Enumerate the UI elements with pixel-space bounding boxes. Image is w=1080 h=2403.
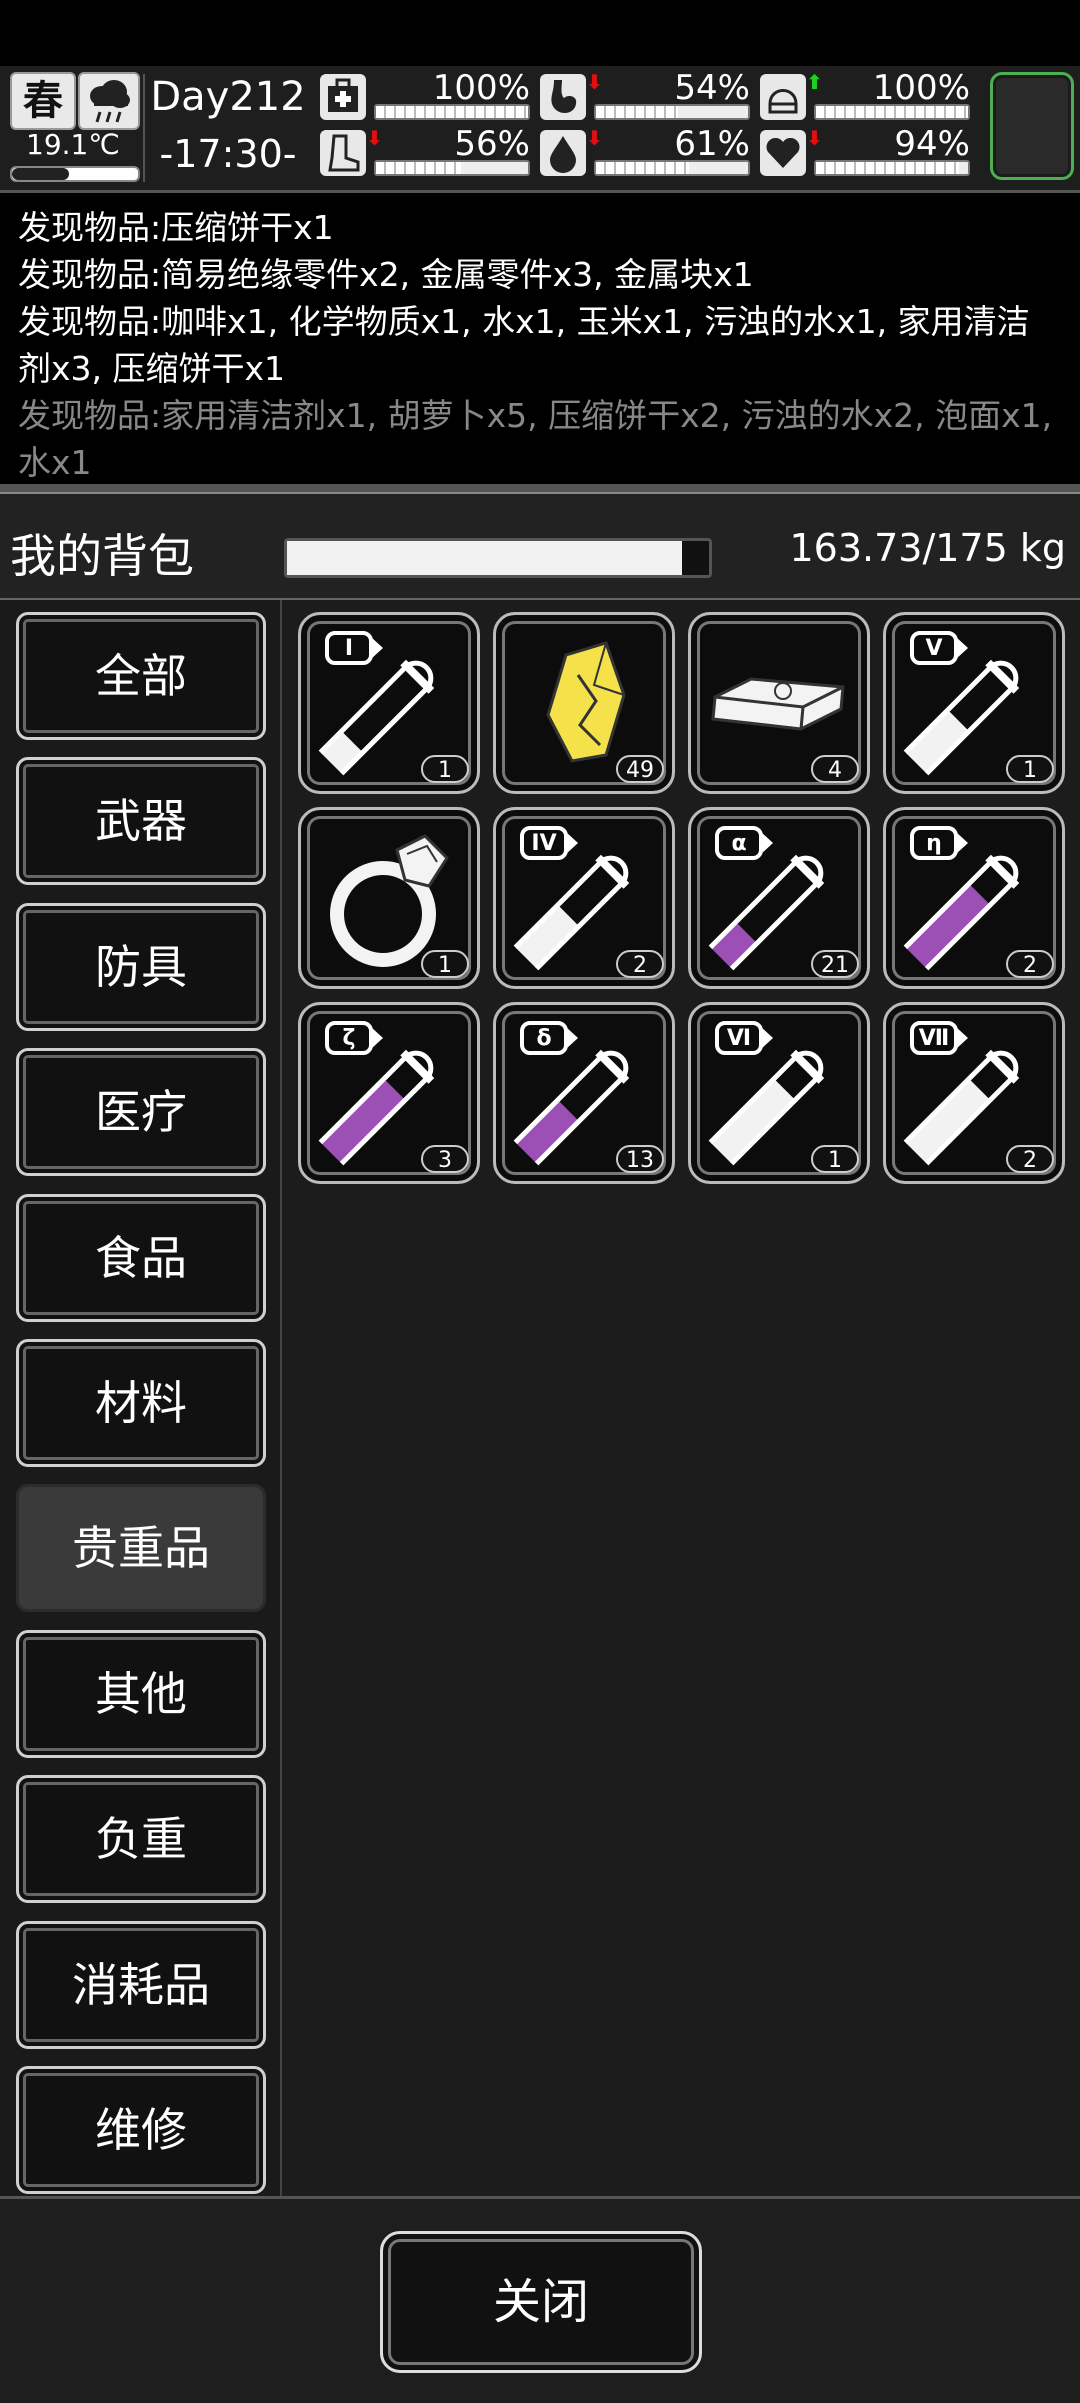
trend-down-icon: ⬇: [366, 126, 383, 150]
heart-icon: [760, 130, 806, 176]
inventory-slot[interactable]: Ⅶ2: [883, 1002, 1065, 1184]
inventory-slot[interactable]: 49: [493, 612, 675, 794]
category-button[interactable]: 材料: [16, 1339, 266, 1467]
medkit-icon: [320, 74, 366, 120]
potion-label: IV: [531, 831, 556, 856]
log-divider: [0, 484, 1080, 492]
item-count: 1: [421, 950, 469, 978]
stat-bar: [814, 160, 970, 176]
category-button[interactable]: 其他: [16, 1629, 266, 1758]
stat-armor: ⬆ 100%: [760, 70, 970, 122]
trend-down-icon: ⬇: [806, 126, 823, 150]
inventory-slot[interactable]: 4: [688, 612, 870, 794]
inventory-slot[interactable]: Ⅵ1: [688, 1002, 870, 1184]
weather-cloud-rain-icon: [78, 72, 140, 130]
potion-label: η: [926, 831, 942, 856]
item-count: 1: [811, 1145, 859, 1173]
inventory-slot[interactable]: ζ3: [298, 1002, 480, 1184]
stat-bar: [814, 104, 970, 120]
divider: [143, 74, 145, 182]
item-count: 2: [1006, 950, 1054, 978]
item-count: 1: [421, 755, 469, 783]
category-button[interactable]: 消耗品: [16, 1920, 266, 2049]
potion-label: α: [731, 831, 746, 856]
stat-bar: [594, 104, 750, 120]
temperature-text: 19.1℃: [26, 128, 120, 161]
category-button[interactable]: 医疗: [16, 1048, 266, 1177]
stat-bar: [594, 160, 750, 176]
inventory-title: 我的背包: [10, 529, 194, 583]
clock-time: -17:30-: [159, 132, 297, 176]
inventory-slot[interactable]: η2: [883, 807, 1065, 989]
item-count: 49: [616, 755, 664, 783]
inventory-panel: 我的背包 163.73/175 kg 全部武器防具医疗食品材料贵重品其他负重消耗…: [0, 492, 1080, 2400]
footer-bar: 关闭: [0, 2196, 1080, 2403]
item-count: 13: [616, 1145, 664, 1173]
weight-capacity-bar: [284, 538, 712, 578]
inventory-slot[interactable]: δ 13: [493, 1002, 675, 1184]
stat-value: 100%: [432, 68, 530, 108]
stat-thirst: ⬇ 61%: [540, 126, 750, 178]
potion-label: Ⅵ: [727, 1026, 751, 1051]
category-button[interactable]: 维修: [16, 2066, 266, 2194]
close-button[interactable]: 关闭: [380, 2231, 702, 2373]
stat-hunger: ⬇ 54%: [540, 70, 750, 122]
stomach-icon: [540, 74, 586, 120]
stat-mood: ⬇ 94%: [760, 126, 970, 178]
trend-up-icon: ⬆: [806, 70, 823, 94]
item-count: 2: [616, 950, 664, 978]
character-portrait-button[interactable]: [990, 72, 1074, 180]
weight-capacity-text: 163.73/175 kg: [789, 526, 1066, 570]
inventory-slot[interactable]: IV 2: [493, 807, 675, 989]
item-count: 4: [811, 755, 859, 783]
message-log: 发现物品:压缩饼干x1 发现物品:简易绝缘零件x2, 金属零件x3, 金属块x1 发…: [0, 204, 1080, 484]
category-button[interactable]: 贵重品: [16, 1484, 266, 1613]
log-line: 发现物品:咖啡x1, 化学物质x1, 水x1, 玉米x1, 污浊的水x1, 家用…: [18, 302, 1030, 388]
category-sidebar: 全部武器防具医疗食品材料贵重品其他负重消耗品维修: [0, 600, 283, 2200]
potion-label: I: [345, 636, 353, 661]
inventory-slot[interactable]: 1: [298, 807, 480, 989]
item-count: 3: [421, 1145, 469, 1173]
inventory-slot[interactable]: α 21: [688, 807, 870, 989]
stat-stamina: ⬇ 56%: [320, 126, 530, 178]
status-bar: 春 19.1℃ Day212 -17:30- 100% ⬇ 54% ⬆ 100% ⬇ 56%…: [0, 66, 1080, 193]
item-count: 2: [1006, 1145, 1054, 1173]
log-line: 发现物品:压缩饼干x1: [18, 208, 334, 247]
potion-label: δ: [536, 1026, 551, 1051]
season-indicator: 春: [10, 72, 76, 130]
trend-down-icon: ⬇: [586, 126, 603, 150]
helmet-icon: [760, 74, 806, 120]
item-count: 21: [811, 950, 859, 978]
boot-icon: [320, 130, 366, 176]
potion-label: V: [925, 636, 942, 661]
inventory-slot[interactable]: V1: [883, 612, 1065, 794]
day-counter: Day212: [150, 74, 306, 120]
stat-value: 56%: [454, 124, 530, 164]
trend-down-icon: ⬇: [586, 70, 603, 94]
log-line: 发现物品:家用清洁剂x1, 胡萝卜x5, 压缩饼干x2, 污浊的水x2, 泡面x…: [18, 396, 1053, 482]
item-grid: I 1 49 4 V 1 1 IV 2 α 21 η 2 ζ 3 δ 13 Ⅵ 1 Ⅶ 2: [282, 600, 1080, 2200]
category-button[interactable]: 负重: [16, 1775, 266, 1904]
potion-label: Ⅶ: [919, 1026, 950, 1051]
stat-bar: [374, 160, 530, 176]
category-button[interactable]: 武器: [16, 757, 266, 886]
stat-health: 100%: [320, 70, 530, 122]
log-line: 发现物品:简易绝缘零件x2, 金属零件x3, 金属块x1: [18, 255, 754, 294]
inventory-header: 我的背包 163.73/175 kg: [0, 492, 1080, 601]
stat-value: 61%: [674, 124, 750, 164]
water-drop-icon: [540, 130, 586, 176]
category-button[interactable]: 食品: [16, 1193, 266, 1322]
category-button[interactable]: 防具: [16, 902, 266, 1031]
temperature-bar: [10, 166, 140, 182]
stat-bar: [374, 104, 530, 120]
stat-value: 54%: [674, 68, 750, 108]
category-button[interactable]: 全部: [16, 612, 266, 740]
inventory-slot[interactable]: I1: [298, 612, 480, 794]
stat-value: 94%: [894, 124, 970, 164]
item-count: 1: [1006, 755, 1054, 783]
stat-value: 100%: [872, 68, 970, 108]
potion-label: ζ: [343, 1026, 356, 1051]
